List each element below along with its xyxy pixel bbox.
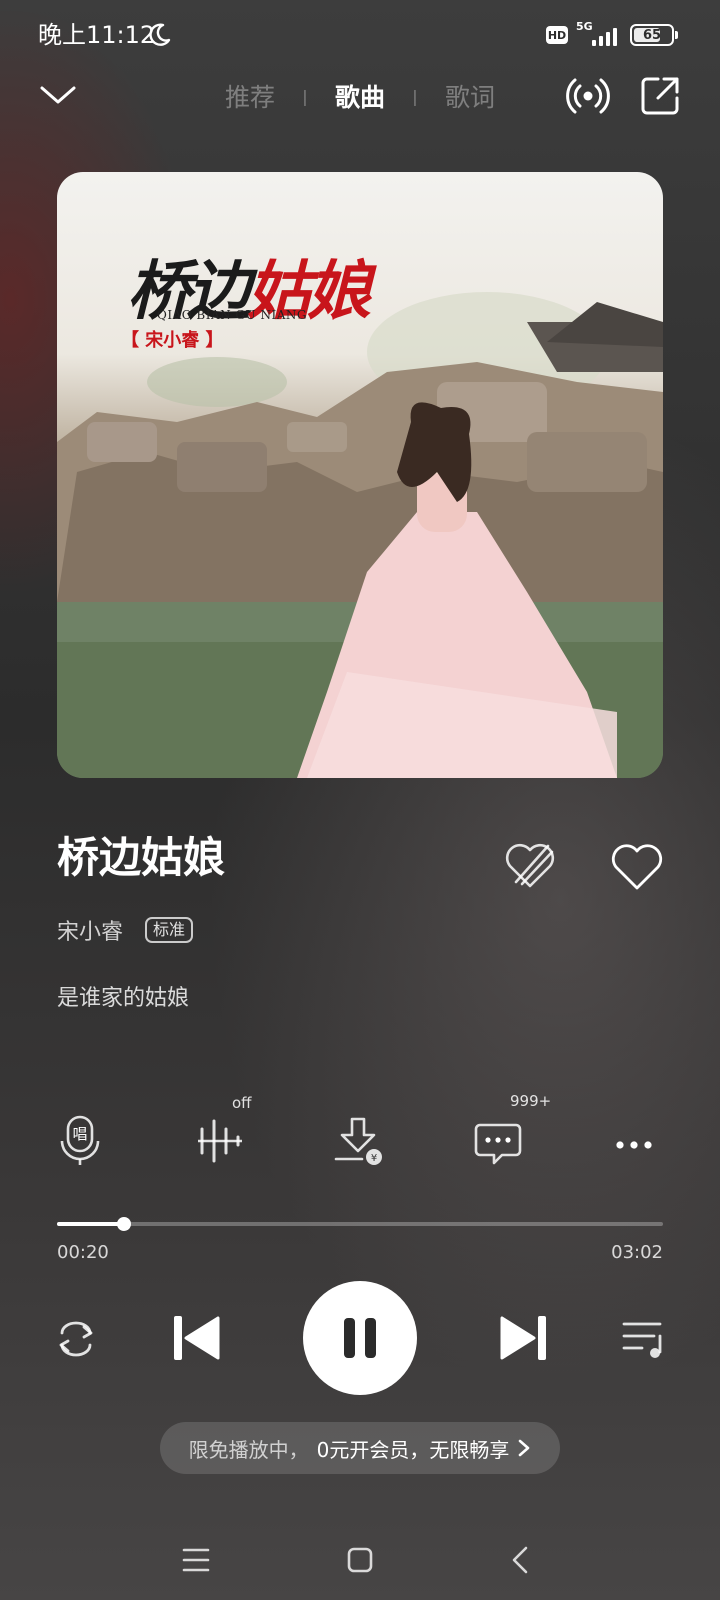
progress-knob[interactable]: [116, 1217, 131, 1231]
download-icon: ¥: [334, 1117, 382, 1165]
album-cover[interactable]: 桥边姑娘 QIAO BIAN GU NIANG 【 宋小睿 】: [57, 172, 663, 778]
top-tabs: 推荐 | 歌曲 | 歌词: [210, 76, 510, 116]
chevron-down-icon[interactable]: [38, 76, 78, 116]
home-icon[interactable]: [340, 1540, 380, 1580]
more-button[interactable]: [614, 1115, 666, 1167]
next-icon[interactable]: [496, 1310, 552, 1366]
total-time: 03:02: [611, 1242, 663, 1263]
tab-lyrics[interactable]: 歌词: [430, 78, 510, 114]
cast-icon[interactable]: [566, 74, 610, 118]
unlike-icon[interactable]: [502, 840, 558, 892]
moon-icon: [149, 23, 171, 46]
battery-level: 65: [642, 27, 662, 43]
sound-effect-icon: [198, 1119, 242, 1163]
album-art-pinyin: QIAO BIAN GU NIANG: [157, 308, 307, 322]
chevron-right-icon: [519, 1439, 530, 1457]
menu-icon[interactable]: [176, 1540, 216, 1580]
status-time: 晚上11:12: [38, 21, 156, 49]
quality-badge[interactable]: 标准: [145, 917, 194, 943]
previous-icon[interactable]: [168, 1310, 224, 1366]
svg-text:¥: ¥: [371, 1153, 377, 1164]
promo-text-vip: 0元开会员，无限畅享: [316, 1437, 510, 1462]
like-icon[interactable]: [610, 842, 664, 892]
sound-effect-badge: off: [232, 1094, 252, 1112]
vip-promo-banner[interactable]: 限免播放中， 0元开会员，无限畅享: [160, 1422, 560, 1474]
signal-icon: 5G: [576, 20, 622, 50]
tab-song[interactable]: 歌曲: [320, 78, 400, 114]
back-icon[interactable]: [502, 1540, 542, 1580]
sing-button[interactable]: 唱: [54, 1115, 106, 1167]
sing-icon: 唱: [60, 1115, 100, 1165]
battery-icon: 65: [630, 24, 678, 46]
album-art-artist: 【 宋小睿 】: [121, 330, 224, 351]
pause-button[interactable]: [303, 1281, 417, 1395]
status-icons: HD 5G 65: [546, 20, 678, 50]
artist-name[interactable]: 宋小睿: [57, 914, 123, 946]
comment-icon: [474, 1123, 522, 1165]
pause-icon: [344, 1318, 376, 1358]
sound-effect-button[interactable]: [196, 1115, 248, 1167]
sing-label: 唱: [72, 1125, 87, 1143]
network-label: 5G: [576, 20, 593, 33]
tab-recommend[interactable]: 推荐: [210, 78, 290, 114]
progress-bar[interactable]: [57, 1222, 663, 1226]
download-button[interactable]: ¥: [334, 1115, 386, 1167]
comment-button[interactable]: [474, 1115, 526, 1167]
current-time: 00:20: [57, 1242, 109, 1263]
current-lyric[interactable]: 是谁家的姑娘: [57, 980, 189, 1012]
playlist-icon[interactable]: [620, 1312, 676, 1368]
more-icon: [616, 1141, 652, 1149]
hd-icon: HD: [546, 26, 568, 44]
promo-text-free: 限免播放中，: [188, 1437, 309, 1462]
repeat-icon[interactable]: [48, 1311, 104, 1367]
artist-row: 宋小睿 标准: [57, 914, 194, 946]
comment-count-badge: 999+: [510, 1092, 552, 1110]
song-title: 桥边姑娘: [57, 833, 226, 882]
progress-fill: [57, 1222, 124, 1226]
share-icon[interactable]: [638, 74, 682, 118]
